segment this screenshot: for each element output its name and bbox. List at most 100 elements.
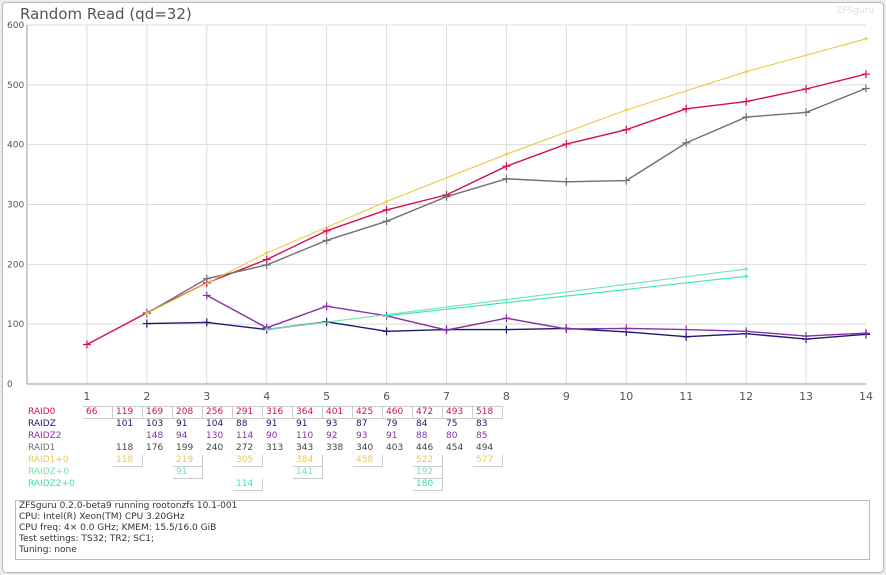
info-line: Test settings: TS32; TR2; SC1; <box>19 534 155 544</box>
table-cell <box>323 455 353 467</box>
table-cell <box>143 467 173 479</box>
data-point-marker <box>262 260 271 269</box>
table-cell <box>203 479 233 491</box>
table-cell: 91 <box>172 466 203 479</box>
data-point-marker <box>382 327 391 336</box>
y-tick-label: 100 <box>7 320 24 330</box>
table-cell: 118 <box>112 454 143 467</box>
table-row: RAIDZ+0 91 141 192 <box>25 466 503 479</box>
table-row: RAIDZ2 148 94 130 114 90 110 92 93 91 88 80 85 <box>25 431 503 443</box>
table-cell <box>83 431 113 443</box>
table-cell <box>263 479 293 491</box>
x-tick-label: 9 <box>563 390 570 403</box>
table-cell: 208 <box>172 406 203 419</box>
data-point-marker <box>382 217 391 226</box>
table-cell <box>83 455 113 467</box>
table-cell: 180 <box>412 478 443 491</box>
data-point-marker <box>562 177 571 186</box>
data-point-marker <box>562 140 571 149</box>
table-cell <box>83 443 113 455</box>
table-cell: 291 <box>232 406 263 419</box>
table-cell <box>473 467 503 479</box>
table-cell <box>323 479 353 491</box>
data-point-marker <box>864 36 868 41</box>
table-cell <box>443 455 473 467</box>
y-tick-label: 300 <box>7 201 24 211</box>
x-tick-label: 6 <box>383 390 390 403</box>
data-point-marker <box>504 297 509 302</box>
table-cell: 316 <box>262 406 293 419</box>
data-point-marker <box>322 236 331 245</box>
data-point-marker <box>562 324 571 333</box>
data-point-marker <box>502 325 511 334</box>
table-cell <box>203 467 233 479</box>
table-row: RAID1 118 176 199 240 272 313 343 338 340 403 446 45… <box>25 443 503 455</box>
table-cell <box>83 419 113 431</box>
info-line: CPU freq: 4× 0.0 GHz; KMEM: 15.5/16.0 Gi… <box>19 523 217 533</box>
x-tick-label: 13 <box>799 390 813 403</box>
data-point-marker <box>682 104 691 113</box>
table-cell: 85 <box>476 431 488 441</box>
table-cell: 101 <box>116 419 134 429</box>
y-tick-label: 200 <box>7 260 24 270</box>
data-point-marker <box>504 152 509 157</box>
table-cell <box>143 455 173 467</box>
data-point-marker <box>264 250 269 255</box>
table-cell: 384 <box>292 454 323 467</box>
data-point-marker <box>682 138 691 147</box>
table-cell: 130 <box>206 431 224 441</box>
table-cell <box>113 467 143 479</box>
table-cell: 80 <box>446 431 458 441</box>
table-cell: 176 <box>146 443 164 453</box>
table-cell: 338 <box>326 443 344 453</box>
system-info-box: ZFSguru 0.2.0-beta9 running rootonzfs 10… <box>15 500 870 560</box>
series-label: RAID1+0 <box>28 455 69 465</box>
table-cell: 79 <box>386 419 398 429</box>
data-point-marker <box>862 70 870 79</box>
table-cell: 103 <box>146 419 164 429</box>
table-cell: 458 <box>352 454 383 467</box>
data-point-marker <box>744 274 749 279</box>
info-line: ZFSguru 0.2.0-beta9 running rootonzfs 10… <box>19 501 238 511</box>
x-tick-label: 1 <box>83 390 90 403</box>
table-cell <box>473 479 503 491</box>
table-cell: 343 <box>296 443 314 453</box>
table-cell <box>323 467 353 479</box>
data-point-marker <box>622 176 631 185</box>
x-tick-label: 7 <box>443 390 450 403</box>
x-tick-label: 11 <box>679 390 693 403</box>
table-cell: 240 <box>206 443 224 453</box>
table-cell: 454 <box>446 443 464 453</box>
table-row: RAID0 66 119 169 208 256 291 316 364 401 425 460 472… <box>25 406 503 419</box>
table-cell: 93 <box>326 419 338 429</box>
table-cell: 219 <box>172 454 203 467</box>
table-cell: 425 <box>352 406 383 419</box>
table-cell: 313 <box>266 443 284 453</box>
x-tick-label: 3 <box>203 390 210 403</box>
table-cell: 114 <box>232 478 263 491</box>
table-cell: 88 <box>416 431 428 441</box>
table-cell: 88 <box>236 419 248 429</box>
series-label: RAIDZ2 <box>28 431 62 441</box>
x-tick-label: 12 <box>739 390 753 403</box>
table-cell <box>83 479 113 491</box>
table-cell: 93 <box>356 431 368 441</box>
table-cell: 94 <box>176 431 188 441</box>
series-label: RAID1 <box>28 443 56 453</box>
table-cell: 110 <box>296 431 314 441</box>
series-label: RAIDZ+0 <box>28 467 70 477</box>
table-cell: 256 <box>202 406 233 419</box>
table-cell <box>443 467 473 479</box>
table-cell: 446 <box>416 443 434 453</box>
line-chart: 1 2 3 4 5 6 7 8 9 10 11 12 13 140100200300400500600 <box>7 21 873 403</box>
data-point-marker <box>502 162 511 171</box>
table-cell: 577 <box>472 454 503 467</box>
table-cell <box>353 479 383 491</box>
table-cell: 90 <box>266 431 278 441</box>
table-cell: 472 <box>412 406 443 419</box>
data-table: RAID0 66 119 169 208 256 291 316 364 401 425 460 472… <box>24 406 503 491</box>
table-cell: 518 <box>472 406 503 419</box>
table-cell: 91 <box>386 431 398 441</box>
data-point-marker <box>322 302 331 311</box>
table-cell <box>383 479 413 491</box>
